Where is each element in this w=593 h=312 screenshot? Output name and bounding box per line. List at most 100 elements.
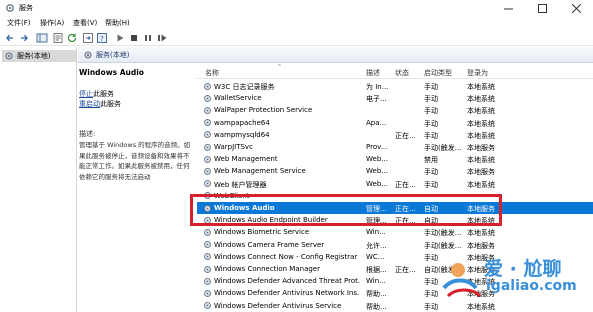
service-name-cell: wampmysqld64 (214, 130, 270, 139)
service-detail-panel: Windows Audio 停止此服务 重启动此服务 描述: 管理基于 Wind… (79, 64, 196, 312)
title-bar: 服务 (0, 0, 593, 16)
services-app-icon (6, 4, 14, 12)
service-description-cell: 根据... (366, 266, 387, 274)
restart-service-link[interactable]: 重启动 (79, 100, 100, 108)
help-button[interactable]: ? (96, 32, 108, 44)
service-logon-cell: 本地系统 (467, 229, 495, 238)
service-gear-icon (203, 106, 212, 115)
stop-service-link[interactable]: 停止 (79, 90, 93, 98)
column-description[interactable]: 描述 (366, 68, 380, 78)
refresh-button[interactable] (66, 32, 78, 44)
service-startup-cell: 手动 (424, 131, 438, 140)
watermark: 爱 · 尬聊 igaliao.com (438, 248, 593, 308)
minimize-button[interactable] (491, 0, 525, 16)
service-name-cell: WarpJITSvc (214, 143, 253, 151)
maximize-button[interactable] (525, 0, 559, 16)
column-name[interactable]: 名称 (205, 68, 219, 78)
service-name-cell: WalPaper Protection Service (214, 106, 313, 115)
properties-button[interactable] (52, 32, 64, 44)
service-name-cell: Web Management (214, 155, 278, 164)
play-icon (117, 34, 124, 42)
service-row[interactable]: Web 帐户管理器 Web... 正在... 手动 本地系统 (197, 178, 593, 190)
service-description-cell: Web... (366, 179, 388, 188)
service-gear-icon (203, 252, 212, 261)
service-name-cell: wampapache64 (214, 118, 270, 127)
service-gear-icon (203, 167, 212, 176)
service-gear-icon (203, 130, 212, 139)
service-row[interactable]: Windows Biometric Service Win... 手动(触发... 本… (197, 226, 593, 238)
console-tree-icon (36, 33, 48, 43)
stop-service-button[interactable] (128, 32, 140, 44)
description-label: 描述: (79, 130, 96, 138)
service-gear-icon (203, 265, 212, 274)
service-startup-cell: 手动 (424, 180, 438, 189)
pause-service-button[interactable] (142, 32, 154, 44)
window-title: 服务 (19, 4, 33, 12)
service-startup-cell: 手动 (424, 95, 438, 104)
menu-action[interactable]: 操作(A) (40, 18, 64, 28)
restart-service-button[interactable] (156, 32, 168, 44)
service-gear-icon (203, 143, 212, 152)
back-button[interactable] (4, 32, 16, 44)
restart-service-suffix: 此服务 (100, 100, 121, 108)
column-logon-as[interactable]: 登录为 (467, 68, 488, 78)
service-name-cell: Web 帐户管理器 (214, 180, 267, 189)
stop-icon (131, 35, 137, 41)
watermark-logo-icon (442, 263, 482, 298)
export-list-icon (83, 33, 93, 43)
service-name-cell: Windows Biometric Service (214, 228, 310, 237)
service-row[interactable]: Web Management Service Web... 手动 本地服务 (197, 165, 593, 177)
service-row[interactable]: Web Management Web... 禁用 本地系统 (197, 153, 593, 165)
service-startup-cell: 手动(触发... (424, 229, 462, 238)
service-logon-cell: 本地系统 (467, 119, 495, 128)
service-name-cell: Windows Defender Advanced Threat Prot... (214, 277, 360, 286)
show-tree-button[interactable] (36, 32, 48, 44)
menu-help[interactable]: 帮助(H) (105, 18, 130, 28)
forward-arrow-icon (21, 34, 28, 42)
service-row[interactable]: WalPaper Protection Service 手动 本地系统 (197, 104, 593, 116)
start-service-button[interactable] (114, 32, 126, 44)
export-button[interactable] (82, 32, 94, 44)
service-description-cell: Apa... (366, 118, 387, 127)
close-button[interactable] (559, 0, 593, 16)
service-logon-cell: 本地系统 (467, 131, 495, 140)
service-status-cell: 正在... (395, 266, 416, 274)
services-gear-icon (84, 51, 92, 58)
service-logon-cell: 本地系统 (467, 95, 495, 104)
console-tree: 服务(本地) (0, 47, 77, 312)
stop-service-suffix: 此服务 (93, 90, 114, 98)
service-gear-icon (203, 179, 212, 188)
service-name-cell: Windows Defender Antivirus Network Ins..… (214, 289, 360, 298)
back-arrow-icon (6, 34, 13, 42)
service-gear-icon (203, 82, 212, 91)
service-row[interactable]: WarpJITSvc Prov... 手动(触发... 本地服务 (197, 141, 593, 153)
column-status[interactable]: 状态 (395, 68, 409, 78)
service-name-cell: Windows Defender Antivirus Service (214, 301, 342, 310)
menu-view[interactable]: 查看(V) (73, 18, 97, 28)
service-name-cell: Windows Connection Manager (214, 265, 320, 273)
forward-button[interactable] (18, 32, 30, 44)
menu-file[interactable]: 文件(F) (7, 18, 31, 28)
service-gear-icon (203, 118, 212, 127)
services-gear-icon (5, 52, 13, 60)
tree-node-services-local[interactable]: 服务(本地) (2, 50, 76, 62)
toolbar: ? (0, 30, 593, 46)
restart-icon (158, 34, 167, 42)
service-name-cell: WalletService (214, 94, 262, 103)
service-startup-cell: 手动 (424, 119, 438, 128)
sort-caret-icon: ^ (277, 64, 283, 71)
service-description-cell: 电子... (366, 95, 387, 104)
service-description-cell: Prov... (366, 143, 388, 151)
service-row[interactable]: wampmysqld64 正在... 手动 本地系统 (197, 129, 593, 141)
service-logon-cell: 本地系统 (467, 156, 495, 165)
service-logon-cell: 本地系统 (467, 180, 495, 189)
selected-service-name: Windows Audio (79, 68, 144, 77)
column-startup-type[interactable]: 启动类型 (424, 68, 452, 78)
pause-icon (145, 35, 151, 41)
service-row[interactable]: WalletService 电子... 手动 本地系统 (197, 92, 593, 104)
service-row[interactable]: wampapache64 Apa... 手动 本地系统 (197, 117, 593, 129)
service-gear-icon (203, 289, 212, 298)
pane-header-title: 服务(本地) (96, 50, 130, 59)
service-row[interactable]: W3C 日志记录服务 为 In... 手动 本地系统 (197, 80, 593, 92)
service-startup-cell: 禁用 (424, 156, 438, 165)
